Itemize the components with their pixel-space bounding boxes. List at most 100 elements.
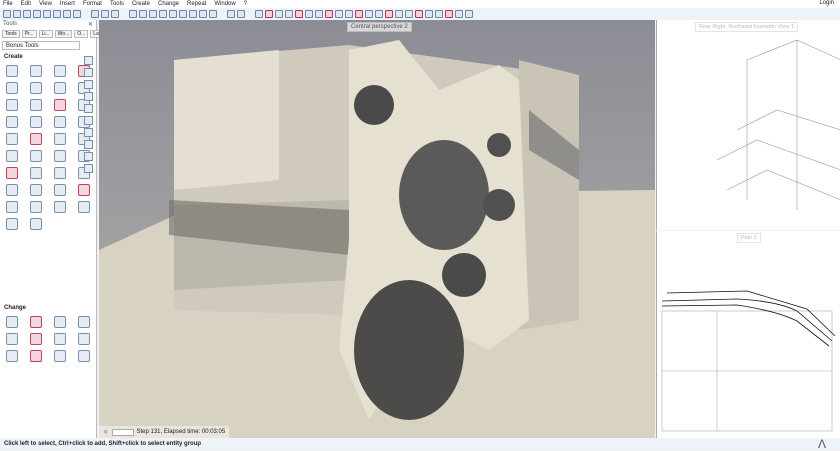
plan-viewport[interactable]: Plan 2 xyxy=(656,231,840,438)
tab-o[interactable]: O... xyxy=(74,30,89,38)
create-tool-icon[interactable] xyxy=(6,167,18,179)
change-tool-icon[interactable] xyxy=(54,333,66,345)
create-tool-icon[interactable] xyxy=(6,201,18,213)
create-tool-icon[interactable] xyxy=(30,133,42,145)
toolbar-button-icon[interactable] xyxy=(365,10,373,18)
toolbar-button-icon[interactable] xyxy=(139,10,147,18)
menu-view[interactable]: View xyxy=(39,1,52,7)
toolbar-button-icon[interactable] xyxy=(149,10,157,18)
perspective-viewport[interactable]: Central perspective 2 ☼ Step 131, Elapse… xyxy=(99,20,655,438)
toolbar-button-icon[interactable] xyxy=(325,10,333,18)
toolbar-button-icon[interactable] xyxy=(445,10,453,18)
toolbar-button-icon[interactable] xyxy=(395,10,403,18)
change-tool-icon[interactable] xyxy=(30,333,42,345)
menu-insert[interactable]: Insert xyxy=(60,1,75,7)
create-tool-icon[interactable] xyxy=(6,133,18,145)
create-tool-icon[interactable] xyxy=(54,150,66,162)
create-tool-icon[interactable] xyxy=(30,184,42,196)
menu-repeat[interactable]: Repeat xyxy=(187,1,206,7)
toolbar-button-icon[interactable] xyxy=(375,10,383,18)
create-tool-icon[interactable] xyxy=(54,65,66,77)
create-tool-icon[interactable] xyxy=(54,201,66,213)
side-tool-icon[interactable] xyxy=(84,92,93,101)
toolbar-button-icon[interactable] xyxy=(33,10,41,18)
menu-edit[interactable]: Edit xyxy=(21,1,31,7)
change-tool-icon[interactable] xyxy=(54,350,66,362)
isometric-viewport[interactable]: Rear Right, Northeast Isometric View 1 xyxy=(656,20,840,230)
side-tool-icon[interactable] xyxy=(84,80,93,89)
toolbar-button-icon[interactable] xyxy=(179,10,187,18)
change-tool-icon[interactable] xyxy=(78,316,90,328)
toolbar-button-icon[interactable] xyxy=(43,10,51,18)
toolbar-button-icon[interactable] xyxy=(23,10,31,18)
toolbar-button-icon[interactable] xyxy=(159,10,167,18)
create-tool-icon[interactable] xyxy=(30,82,42,94)
side-tool-icon[interactable] xyxy=(84,140,93,149)
toolbar-button-icon[interactable] xyxy=(455,10,463,18)
create-tool-icon[interactable] xyxy=(78,184,90,196)
toolbar-button-icon[interactable] xyxy=(169,10,177,18)
change-tool-icon[interactable] xyxy=(30,316,42,328)
toolbar-button-icon[interactable] xyxy=(355,10,363,18)
tab-wo[interactable]: Wo... xyxy=(54,30,73,38)
toolbar-button-icon[interactable] xyxy=(13,10,21,18)
change-tool-icon[interactable] xyxy=(78,333,90,345)
tab-pr[interactable]: Pr... xyxy=(21,30,37,38)
create-tool-icon[interactable] xyxy=(54,116,66,128)
toolbar-button-icon[interactable] xyxy=(295,10,303,18)
toolbar-button-icon[interactable] xyxy=(425,10,433,18)
change-tool-icon[interactable] xyxy=(6,350,18,362)
toolbar-button-icon[interactable] xyxy=(101,10,109,18)
side-tool-icon[interactable] xyxy=(84,164,93,173)
change-tool-icon[interactable] xyxy=(78,350,90,362)
toolbar-button-icon[interactable] xyxy=(415,10,423,18)
tab-li[interactable]: Li... xyxy=(38,30,53,38)
side-tool-icon[interactable] xyxy=(84,104,93,113)
toolset-select[interactable]: Bonus Tools xyxy=(2,41,80,50)
side-tool-icon[interactable] xyxy=(84,128,93,137)
toolbar-button-icon[interactable] xyxy=(53,10,61,18)
toolbar-button-icon[interactable] xyxy=(385,10,393,18)
create-tool-icon[interactable] xyxy=(78,201,90,213)
create-tool-icon[interactable] xyxy=(6,116,18,128)
tab-tools[interactable]: Tools xyxy=(2,30,20,38)
create-tool-icon[interactable] xyxy=(30,65,42,77)
toolbar-button-icon[interactable] xyxy=(305,10,313,18)
toolbar-button-icon[interactable] xyxy=(111,10,119,18)
change-tool-icon[interactable] xyxy=(54,316,66,328)
menu-create[interactable]: Create xyxy=(132,1,150,7)
toolbar-button-icon[interactable] xyxy=(265,10,273,18)
close-icon[interactable]: ✕ xyxy=(88,21,93,28)
create-tool-icon[interactable] xyxy=(6,65,18,77)
side-tool-icon[interactable] xyxy=(84,116,93,125)
menu-change[interactable]: Change xyxy=(158,1,179,7)
create-tool-icon[interactable] xyxy=(30,167,42,179)
create-tool-icon[interactable] xyxy=(54,167,66,179)
create-tool-icon[interactable] xyxy=(54,99,66,111)
toolbar-button-icon[interactable] xyxy=(405,10,413,18)
create-tool-icon[interactable] xyxy=(54,184,66,196)
change-tool-icon[interactable] xyxy=(6,333,18,345)
create-tool-icon[interactable] xyxy=(6,82,18,94)
toolbar-button-icon[interactable] xyxy=(227,10,235,18)
login-button[interactable]: Login xyxy=(819,0,834,6)
menu-tools[interactable]: Tools xyxy=(110,1,124,7)
side-tool-icon[interactable] xyxy=(84,56,93,65)
toolbar-button-icon[interactable] xyxy=(315,10,323,18)
toolbar-button-icon[interactable] xyxy=(73,10,81,18)
toolbar-button-icon[interactable] xyxy=(91,10,99,18)
toolbar-button-icon[interactable] xyxy=(435,10,443,18)
toolbar-button-icon[interactable] xyxy=(275,10,283,18)
create-tool-icon[interactable] xyxy=(30,99,42,111)
toolbar-button-icon[interactable] xyxy=(199,10,207,18)
toolbar-button-icon[interactable] xyxy=(3,10,11,18)
change-tool-icon[interactable] xyxy=(30,350,42,362)
toolbar-button-icon[interactable] xyxy=(129,10,137,18)
toolbar-button-icon[interactable] xyxy=(63,10,71,18)
toolbar-button-icon[interactable] xyxy=(189,10,197,18)
menu-format[interactable]: Format xyxy=(83,1,102,7)
create-tool-icon[interactable] xyxy=(6,218,18,230)
toolbar-button-icon[interactable] xyxy=(345,10,353,18)
side-tool-icon[interactable] xyxy=(84,152,93,161)
change-tool-icon[interactable] xyxy=(6,316,18,328)
